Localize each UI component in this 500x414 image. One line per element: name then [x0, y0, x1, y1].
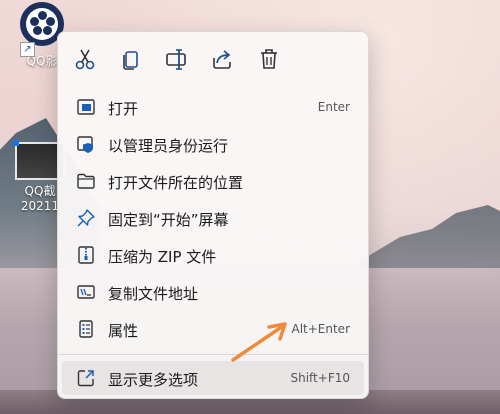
folder-icon: [76, 171, 96, 191]
menu-item-label: 打开: [108, 100, 139, 118]
shortcut-arrow-icon: ↗: [20, 42, 35, 57]
cut-button[interactable]: [72, 46, 98, 72]
menu-item-open[interactable]: 打开 Enter: [62, 90, 364, 124]
cut-icon: [75, 49, 95, 70]
menu-item-run-as-admin[interactable]: 以管理员身份运行: [62, 127, 364, 161]
shield-icon: [76, 134, 96, 154]
menu-item-label: 固定到“开始”屏幕: [108, 211, 229, 229]
menu-item-shortcut: Enter: [317, 100, 350, 114]
annotation-arrow-icon: [231, 322, 287, 362]
menu-item-label: 打开文件所在的位置: [108, 174, 244, 192]
menu-item-shortcut: Alt+Enter: [291, 322, 350, 336]
menu-item-show-more-options[interactable]: 显示更多选项 Shift+F10: [62, 361, 364, 395]
menu-item-open-file-location[interactable]: 打开文件所在的位置: [62, 164, 364, 198]
menu-item-label: 压缩为 ZIP 文件: [108, 248, 217, 266]
share-icon: [213, 50, 231, 69]
zip-icon: [76, 245, 96, 265]
copy-path-icon: [76, 282, 96, 302]
open-app-icon: [76, 97, 96, 117]
context-menu-toolbar: [58, 32, 368, 86]
menu-item-shortcut: Shift+F10: [290, 371, 350, 385]
delete-icon: [261, 49, 277, 69]
menu-item-copy-as-path[interactable]: 复制文件地址: [62, 275, 364, 309]
share-button[interactable]: [209, 46, 235, 72]
menu-item-properties[interactable]: 属性 Alt+Enter: [62, 312, 364, 346]
menu-item-label: 复制文件地址: [108, 285, 199, 303]
copy-button[interactable]: [117, 46, 143, 72]
copy-icon: [123, 51, 138, 70]
rename-icon: [166, 49, 186, 70]
delete-button[interactable]: [256, 46, 282, 72]
menu-item-compress-zip[interactable]: 压缩为 ZIP 文件: [62, 238, 364, 272]
desktop: ↗ QQ影 QQ截 20211 打开 Enter 以管理员身份运行 打开文件所在…: [0, 0, 500, 414]
context-menu: 打开 Enter 以管理员身份运行 打开文件所在的位置 固定到“开始”屏幕 压缩…: [57, 31, 369, 399]
menu-item-pin-to-start[interactable]: 固定到“开始”屏幕: [62, 201, 364, 235]
rename-button[interactable]: [164, 46, 190, 72]
menu-separator: [58, 354, 368, 355]
pin-icon: [76, 208, 96, 228]
menu-item-label: 显示更多选项: [108, 371, 199, 389]
more-options-icon: [76, 368, 96, 388]
menu-item-label: 以管理员身份运行: [108, 137, 229, 155]
menu-item-label: 属性: [108, 322, 139, 340]
properties-icon: [76, 319, 96, 339]
